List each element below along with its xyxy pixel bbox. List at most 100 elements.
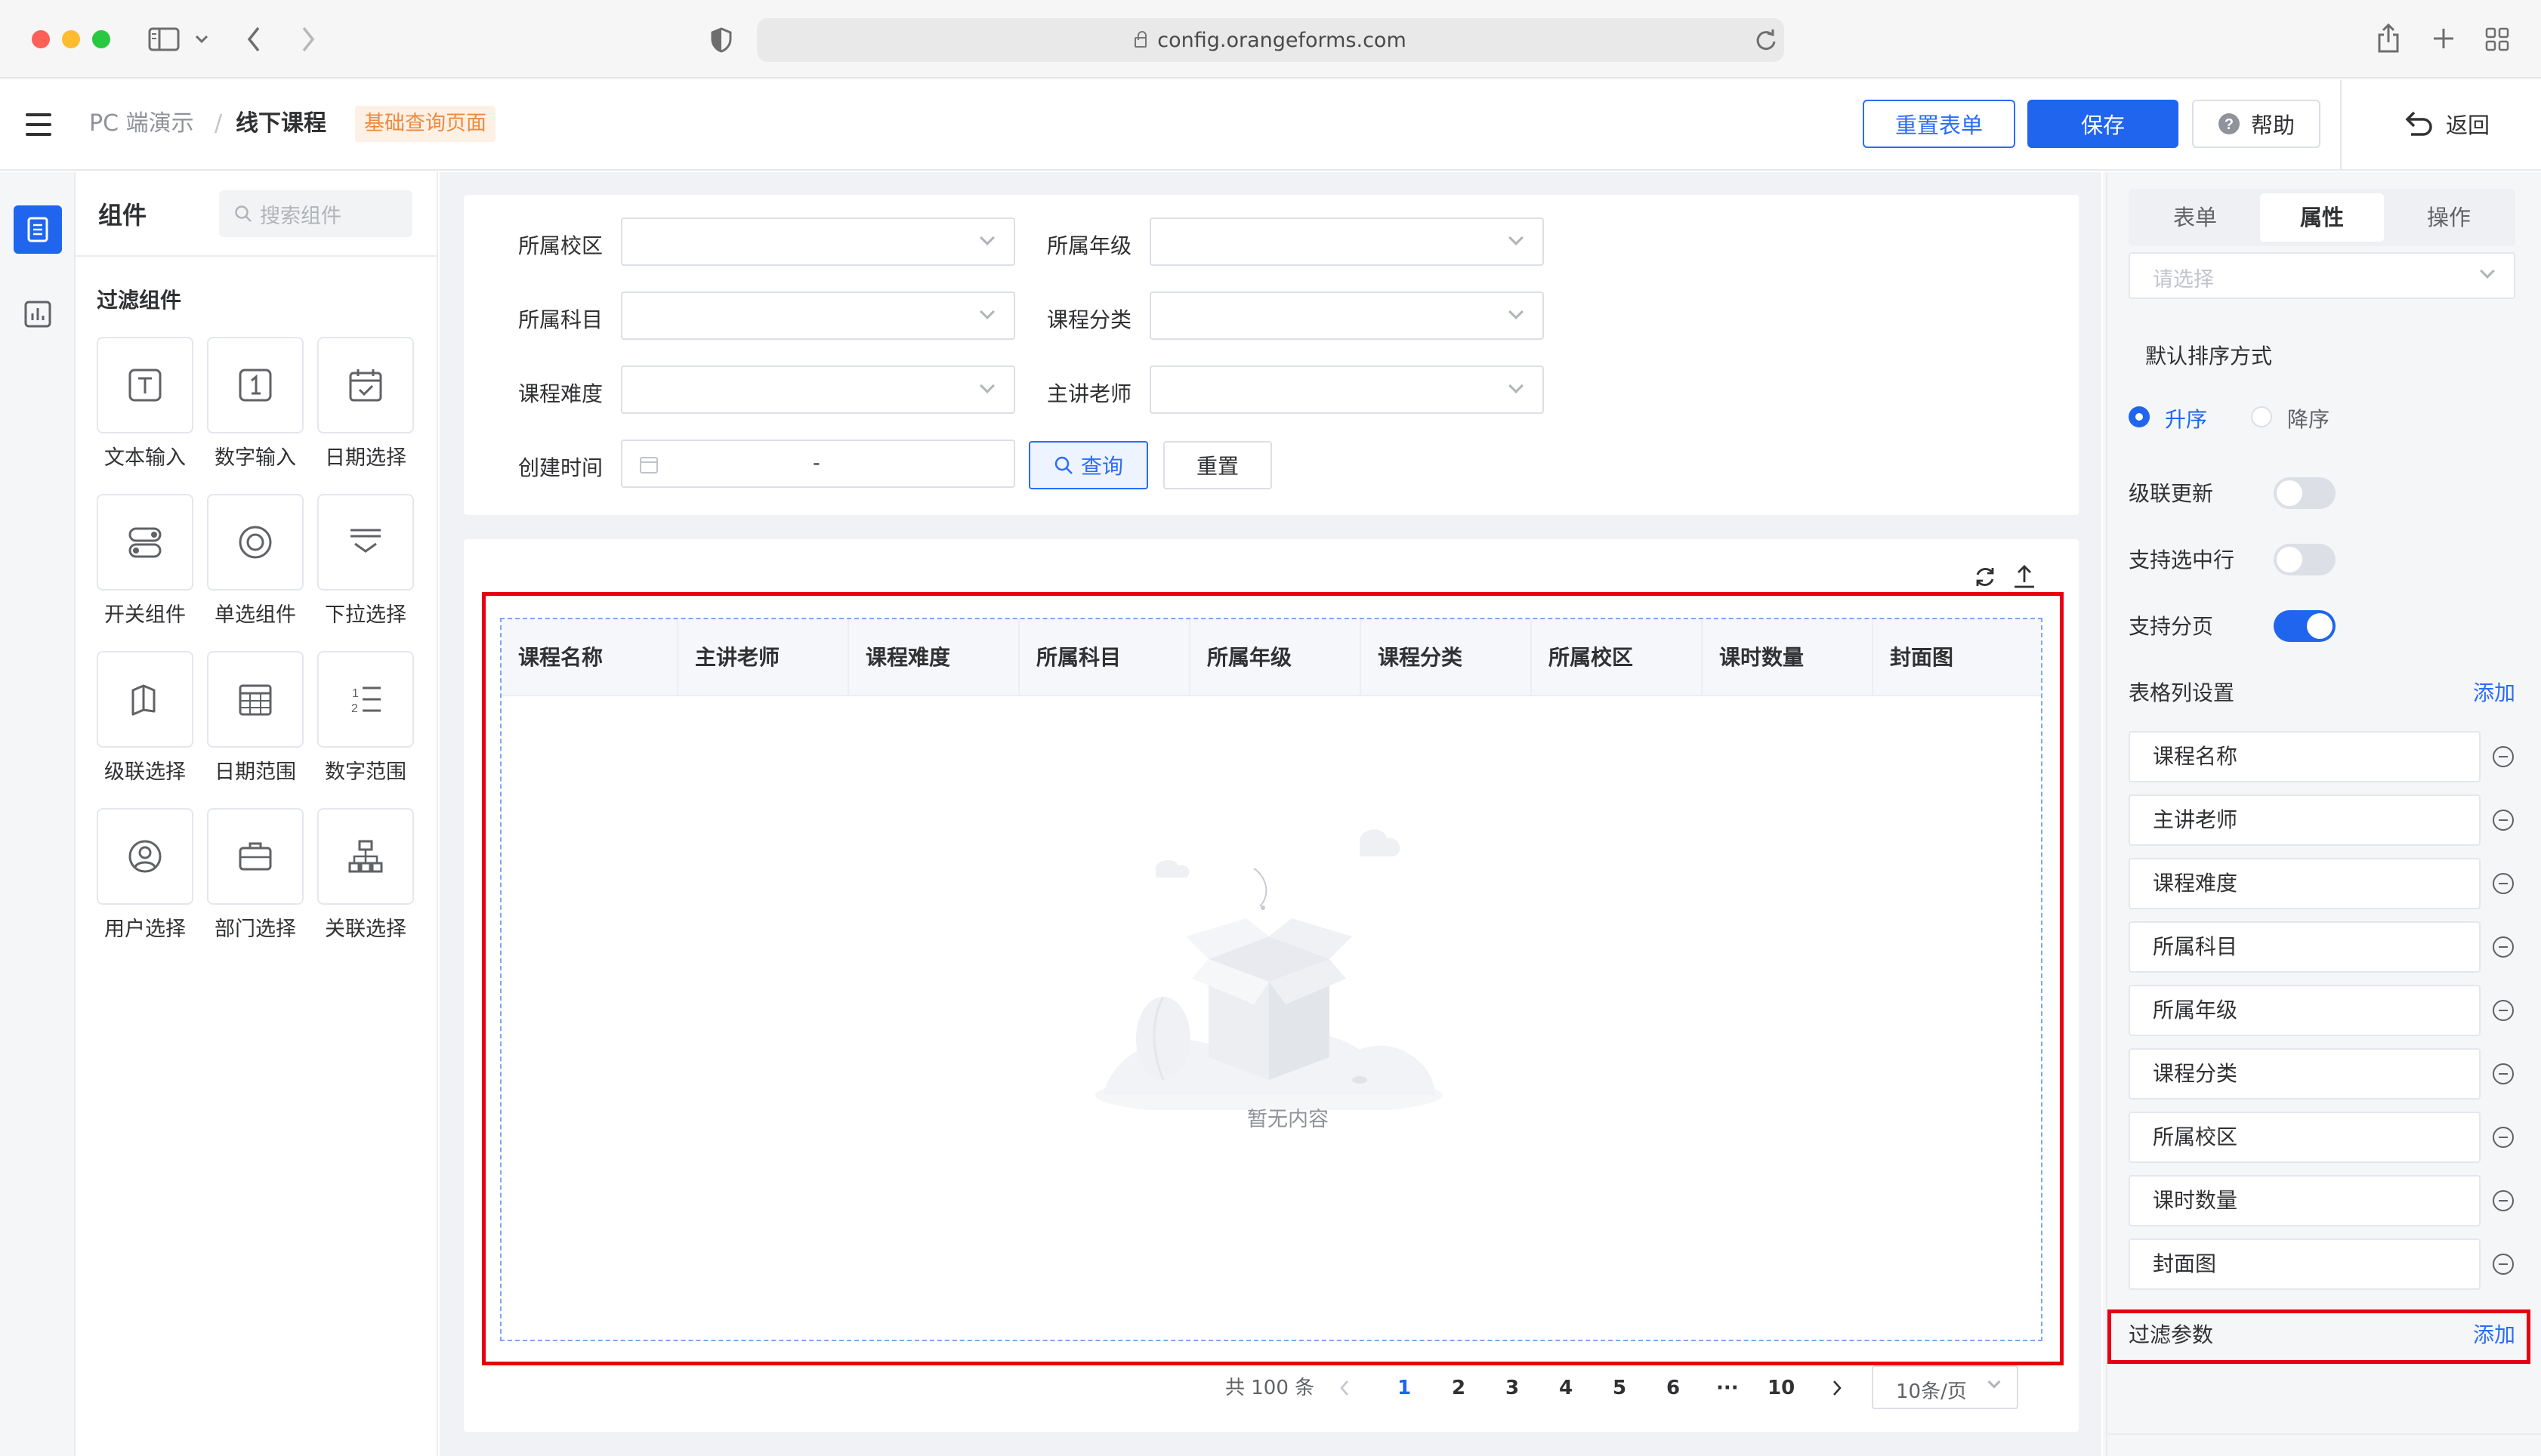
grade-select[interactable] bbox=[1150, 217, 1544, 266]
prev-page-icon[interactable] bbox=[1338, 1379, 1351, 1397]
column-item[interactable]: 课程名称 bbox=[2129, 731, 2481, 782]
column-item[interactable]: 所属年级 bbox=[2129, 985, 2481, 1036]
tab-overview-icon[interactable] bbox=[2485, 27, 2509, 51]
query-button[interactable]: 查询 bbox=[1029, 441, 1148, 489]
paging-toggle[interactable] bbox=[2274, 610, 2336, 642]
remove-column-icon[interactable] bbox=[2493, 1063, 2514, 1084]
number-input-component[interactable] bbox=[207, 337, 304, 433]
maximize-window-button[interactable] bbox=[92, 30, 110, 48]
radio-component[interactable] bbox=[207, 494, 304, 591]
date-picker-component[interactable] bbox=[317, 337, 414, 433]
property-select[interactable]: 请选择 bbox=[2129, 252, 2515, 299]
shield-icon[interactable] bbox=[710, 27, 733, 53]
back-button[interactable]: 返回 bbox=[2402, 109, 2490, 139]
sort-asc-radio[interactable] bbox=[2129, 406, 2150, 427]
refresh-icon[interactable] bbox=[1973, 565, 1997, 589]
reset-button[interactable]: 重置 bbox=[1163, 441, 1272, 489]
component-search-input[interactable]: 搜索组件 bbox=[219, 190, 412, 237]
pagination-ellipsis[interactable]: ··· bbox=[1716, 1373, 1739, 1403]
pagination-page-3[interactable]: 3 bbox=[1505, 1373, 1519, 1403]
page-type-tag: 基础查询页面 bbox=[355, 106, 496, 142]
switch-component[interactable] bbox=[97, 494, 193, 591]
number-range-component[interactable]: 1 2 bbox=[317, 651, 414, 748]
table-header-cell[interactable]: 主讲老师 bbox=[678, 619, 849, 696]
rail-chart-icon[interactable] bbox=[24, 301, 51, 328]
rail-components-button[interactable] bbox=[14, 205, 62, 254]
relation-select-component[interactable] bbox=[317, 808, 414, 905]
table-header-cell[interactable]: 课程难度 bbox=[849, 619, 1020, 696]
table-header-cell[interactable]: 课程分类 bbox=[1361, 619, 1532, 696]
close-window-button[interactable] bbox=[32, 30, 50, 48]
subject-select[interactable] bbox=[621, 292, 1015, 340]
forward-nav-icon[interactable] bbox=[301, 26, 316, 53]
table-header-cell[interactable]: 所属年级 bbox=[1190, 619, 1361, 696]
sort-desc-label[interactable]: 降序 bbox=[2287, 403, 2330, 433]
add-filter-param-link[interactable]: 添加 bbox=[2473, 1319, 2515, 1349]
column-item[interactable]: 课程难度 bbox=[2129, 858, 2481, 909]
help-button[interactable]: ? 帮助 bbox=[2192, 100, 2320, 148]
minimize-window-button[interactable] bbox=[62, 30, 80, 48]
url-bar[interactable]: config.orangeforms.com bbox=[757, 18, 1784, 62]
save-button[interactable]: 保存 bbox=[2027, 100, 2178, 148]
sort-asc-label[interactable]: 升序 bbox=[2165, 403, 2207, 433]
created-date-range-picker[interactable]: - bbox=[621, 440, 1015, 488]
export-icon[interactable] bbox=[2012, 563, 2036, 589]
dropdown-component[interactable] bbox=[317, 494, 414, 591]
cascade-update-toggle[interactable] bbox=[2274, 477, 2336, 509]
tab-properties[interactable]: 属性 bbox=[2260, 193, 2384, 242]
reload-icon[interactable] bbox=[1755, 29, 1777, 51]
radio-icon bbox=[239, 526, 272, 559]
select-row-toggle[interactable] bbox=[2274, 544, 2336, 575]
table-header-cell[interactable]: 课时数量 bbox=[1703, 619, 1873, 696]
remove-column-icon[interactable] bbox=[2493, 1000, 2514, 1021]
sort-desc-radio[interactable] bbox=[2251, 406, 2272, 427]
column-item[interactable]: 主讲老师 bbox=[2129, 794, 2481, 846]
chevron-down-icon[interactable] bbox=[195, 35, 208, 44]
remove-column-icon[interactable] bbox=[2493, 746, 2514, 767]
table-header-cell[interactable]: 封面图 bbox=[1873, 619, 2041, 696]
table-header-cell[interactable]: 所属校区 bbox=[1532, 619, 1703, 696]
sidebar-toggle-icon[interactable] bbox=[148, 27, 180, 51]
table-header-cell[interactable]: 所属科目 bbox=[1020, 619, 1190, 696]
tab-form[interactable]: 表单 bbox=[2133, 193, 2257, 242]
column-item[interactable]: 所属校区 bbox=[2129, 1112, 2481, 1163]
column-item[interactable]: 封面图 bbox=[2129, 1239, 2481, 1290]
pagination-page-5[interactable]: 5 bbox=[1613, 1373, 1626, 1403]
pagination-page-1[interactable]: 1 bbox=[1397, 1373, 1411, 1403]
campus-select[interactable] bbox=[621, 217, 1015, 266]
remove-column-icon[interactable] bbox=[2493, 873, 2514, 894]
column-item[interactable]: 所属科目 bbox=[2129, 921, 2481, 973]
user-select-component[interactable] bbox=[97, 808, 193, 905]
page-size-select[interactable]: 10条/页 bbox=[1872, 1365, 2018, 1409]
new-tab-icon[interactable] bbox=[2432, 27, 2455, 50]
reset-form-label: 重置表单 bbox=[1894, 113, 1983, 138]
remove-column-icon[interactable] bbox=[2493, 936, 2514, 958]
pagination-page-2[interactable]: 2 bbox=[1452, 1373, 1465, 1403]
tab-operations[interactable]: 操作 bbox=[2387, 193, 2511, 242]
pagination-page-last[interactable]: 10 bbox=[1768, 1373, 1795, 1403]
teacher-select[interactable] bbox=[1150, 366, 1544, 414]
add-column-link[interactable]: 添加 bbox=[2473, 677, 2515, 707]
category-select[interactable] bbox=[1150, 292, 1544, 340]
share-icon[interactable] bbox=[2376, 23, 2401, 53]
remove-column-icon[interactable] bbox=[2493, 1254, 2514, 1275]
table-header-cell[interactable]: 课程名称 bbox=[502, 619, 678, 696]
next-page-icon[interactable] bbox=[1831, 1379, 1843, 1397]
department-select-component[interactable] bbox=[207, 808, 304, 905]
lock-icon bbox=[1135, 31, 1147, 48]
menu-icon[interactable] bbox=[26, 113, 51, 136]
remove-column-icon[interactable] bbox=[2493, 810, 2514, 831]
column-item[interactable]: 课程分类 bbox=[2129, 1048, 2481, 1100]
pagination-page-6[interactable]: 6 bbox=[1666, 1373, 1680, 1403]
pagination-page-4[interactable]: 4 bbox=[1559, 1373, 1573, 1403]
back-nav-icon[interactable] bbox=[246, 26, 261, 53]
difficulty-select[interactable] bbox=[621, 366, 1015, 414]
cascader-component[interactable] bbox=[97, 651, 193, 748]
remove-column-icon[interactable] bbox=[2493, 1127, 2514, 1148]
breadcrumb-root[interactable]: PC 端演示 bbox=[89, 109, 194, 139]
date-range-component[interactable] bbox=[207, 651, 304, 748]
reset-form-button[interactable]: 重置表单 bbox=[1863, 100, 2015, 148]
column-item[interactable]: 课时数量 bbox=[2129, 1175, 2481, 1226]
text-input-component[interactable] bbox=[97, 337, 193, 433]
remove-column-icon[interactable] bbox=[2493, 1190, 2514, 1211]
